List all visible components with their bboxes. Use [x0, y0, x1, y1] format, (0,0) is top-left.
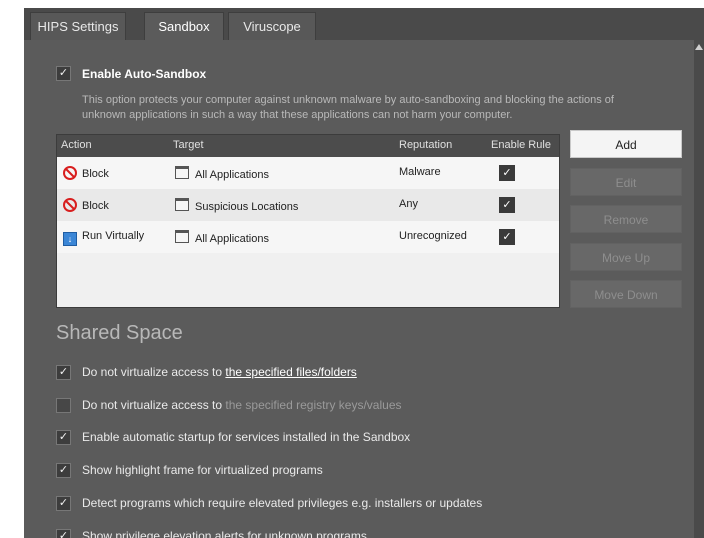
enable-rule-checkbox[interactable]: ✓	[499, 165, 515, 181]
action-label: Block	[82, 200, 109, 212]
table-header: Action Target Reputation Enable Rule	[57, 135, 559, 157]
action-label: Block	[82, 168, 109, 180]
auto-sandbox-description-line1: This option protects your computer again…	[82, 94, 614, 106]
table-row[interactable]: Block Suspicious Locations Any ✓	[57, 189, 559, 221]
automatic-startup-label: Enable automatic startup for services in…	[82, 430, 411, 444]
reputation-cell: Unrecognized	[399, 230, 467, 242]
table-row[interactable]: ↓ Run Virtually All Applications Unrecogn…	[57, 221, 559, 253]
scroll-up-arrow-icon[interactable]	[695, 44, 703, 50]
virtualize-registry-checkbox[interactable]: ✓	[56, 398, 71, 413]
move-up-button[interactable]: Move Up	[570, 243, 682, 271]
virtualize-files-label: Do not virtualize access to	[82, 365, 223, 379]
folder-icon	[175, 198, 189, 211]
reputation-cell: Malware	[399, 166, 441, 178]
automatic-startup-checkbox[interactable]: ✓	[56, 430, 71, 445]
enable-auto-sandbox-label: Enable Auto-Sandbox	[82, 67, 207, 81]
specified-registry-keys-link[interactable]: the specified registry keys/values	[225, 398, 401, 412]
reputation-cell: Any	[399, 198, 418, 210]
column-header-reputation[interactable]: Reputation	[399, 139, 452, 151]
privilege-elevation-alerts-label: Show privilege elevation alerts for unkn…	[82, 529, 367, 538]
block-icon	[63, 166, 77, 180]
vertical-scrollbar[interactable]	[694, 40, 704, 538]
highlight-frame-checkbox[interactable]: ✓	[56, 463, 71, 478]
action-label: Run Virtually	[82, 230, 145, 242]
tab-viruscope[interactable]: Viruscope	[228, 12, 316, 40]
shared-space-heading: Shared Space	[56, 322, 183, 344]
virtualize-files-checkbox[interactable]: ✓	[56, 365, 71, 380]
action-cell: ↓ Run Virtually	[63, 230, 144, 246]
folder-icon	[175, 166, 189, 179]
run-virtually-icon: ↓	[63, 232, 77, 246]
remove-button[interactable]: Remove	[570, 205, 682, 233]
specified-files-folders-link[interactable]: the specified files/folders	[225, 365, 356, 379]
action-cell: Block	[63, 198, 109, 212]
column-header-enable-rule[interactable]: Enable Rule	[491, 139, 551, 151]
auto-sandbox-description-line2: unknown applications in such a way that …	[82, 109, 513, 121]
folder-icon	[175, 230, 189, 243]
sandbox-settings-window: HIPS Settings Sandbox Viruscope ✓ Enable…	[24, 8, 704, 538]
column-header-target[interactable]: Target	[173, 139, 204, 151]
tab-bar: HIPS Settings Sandbox Viruscope	[24, 8, 704, 40]
highlight-frame-label: Show highlight frame for virtualized pro…	[82, 463, 323, 477]
column-header-action[interactable]: Action	[61, 139, 92, 151]
privilege-elevation-alerts-checkbox[interactable]: ✓	[56, 529, 71, 538]
add-button[interactable]: Add	[570, 130, 682, 158]
virtualize-files-option: Do not virtualize access to the specifie…	[82, 365, 357, 379]
move-down-button[interactable]: Move Down	[570, 280, 682, 308]
block-icon	[63, 198, 77, 212]
tab-hips-settings[interactable]: HIPS Settings	[30, 12, 126, 40]
tab-sandbox[interactable]: Sandbox	[144, 12, 224, 40]
enable-rule-checkbox[interactable]: ✓	[499, 197, 515, 213]
edit-button[interactable]: Edit	[570, 168, 682, 196]
action-cell: Block	[63, 166, 109, 180]
detect-elevated-privileges-label: Detect programs which require elevated p…	[82, 496, 483, 510]
target-label: Suspicious Locations	[195, 201, 299, 213]
table-row[interactable]: Block All Applications Malware ✓	[57, 157, 559, 189]
virtualize-registry-label: Do not virtualize access to	[82, 398, 223, 412]
virtualize-registry-option: Do not virtualize access to the specifie…	[82, 398, 402, 412]
detect-elevated-privileges-checkbox[interactable]: ✓	[56, 496, 71, 511]
auto-sandbox-rules-table: Action Target Reputation Enable Rule Blo…	[56, 134, 560, 308]
target-label: All Applications	[195, 233, 269, 245]
target-cell: All Applications	[175, 166, 269, 181]
target-cell: Suspicious Locations	[175, 198, 298, 213]
enable-rule-checkbox[interactable]: ✓	[499, 229, 515, 245]
target-cell: All Applications	[175, 230, 269, 245]
target-label: All Applications	[195, 169, 269, 181]
enable-auto-sandbox-checkbox[interactable]: ✓	[56, 66, 71, 81]
